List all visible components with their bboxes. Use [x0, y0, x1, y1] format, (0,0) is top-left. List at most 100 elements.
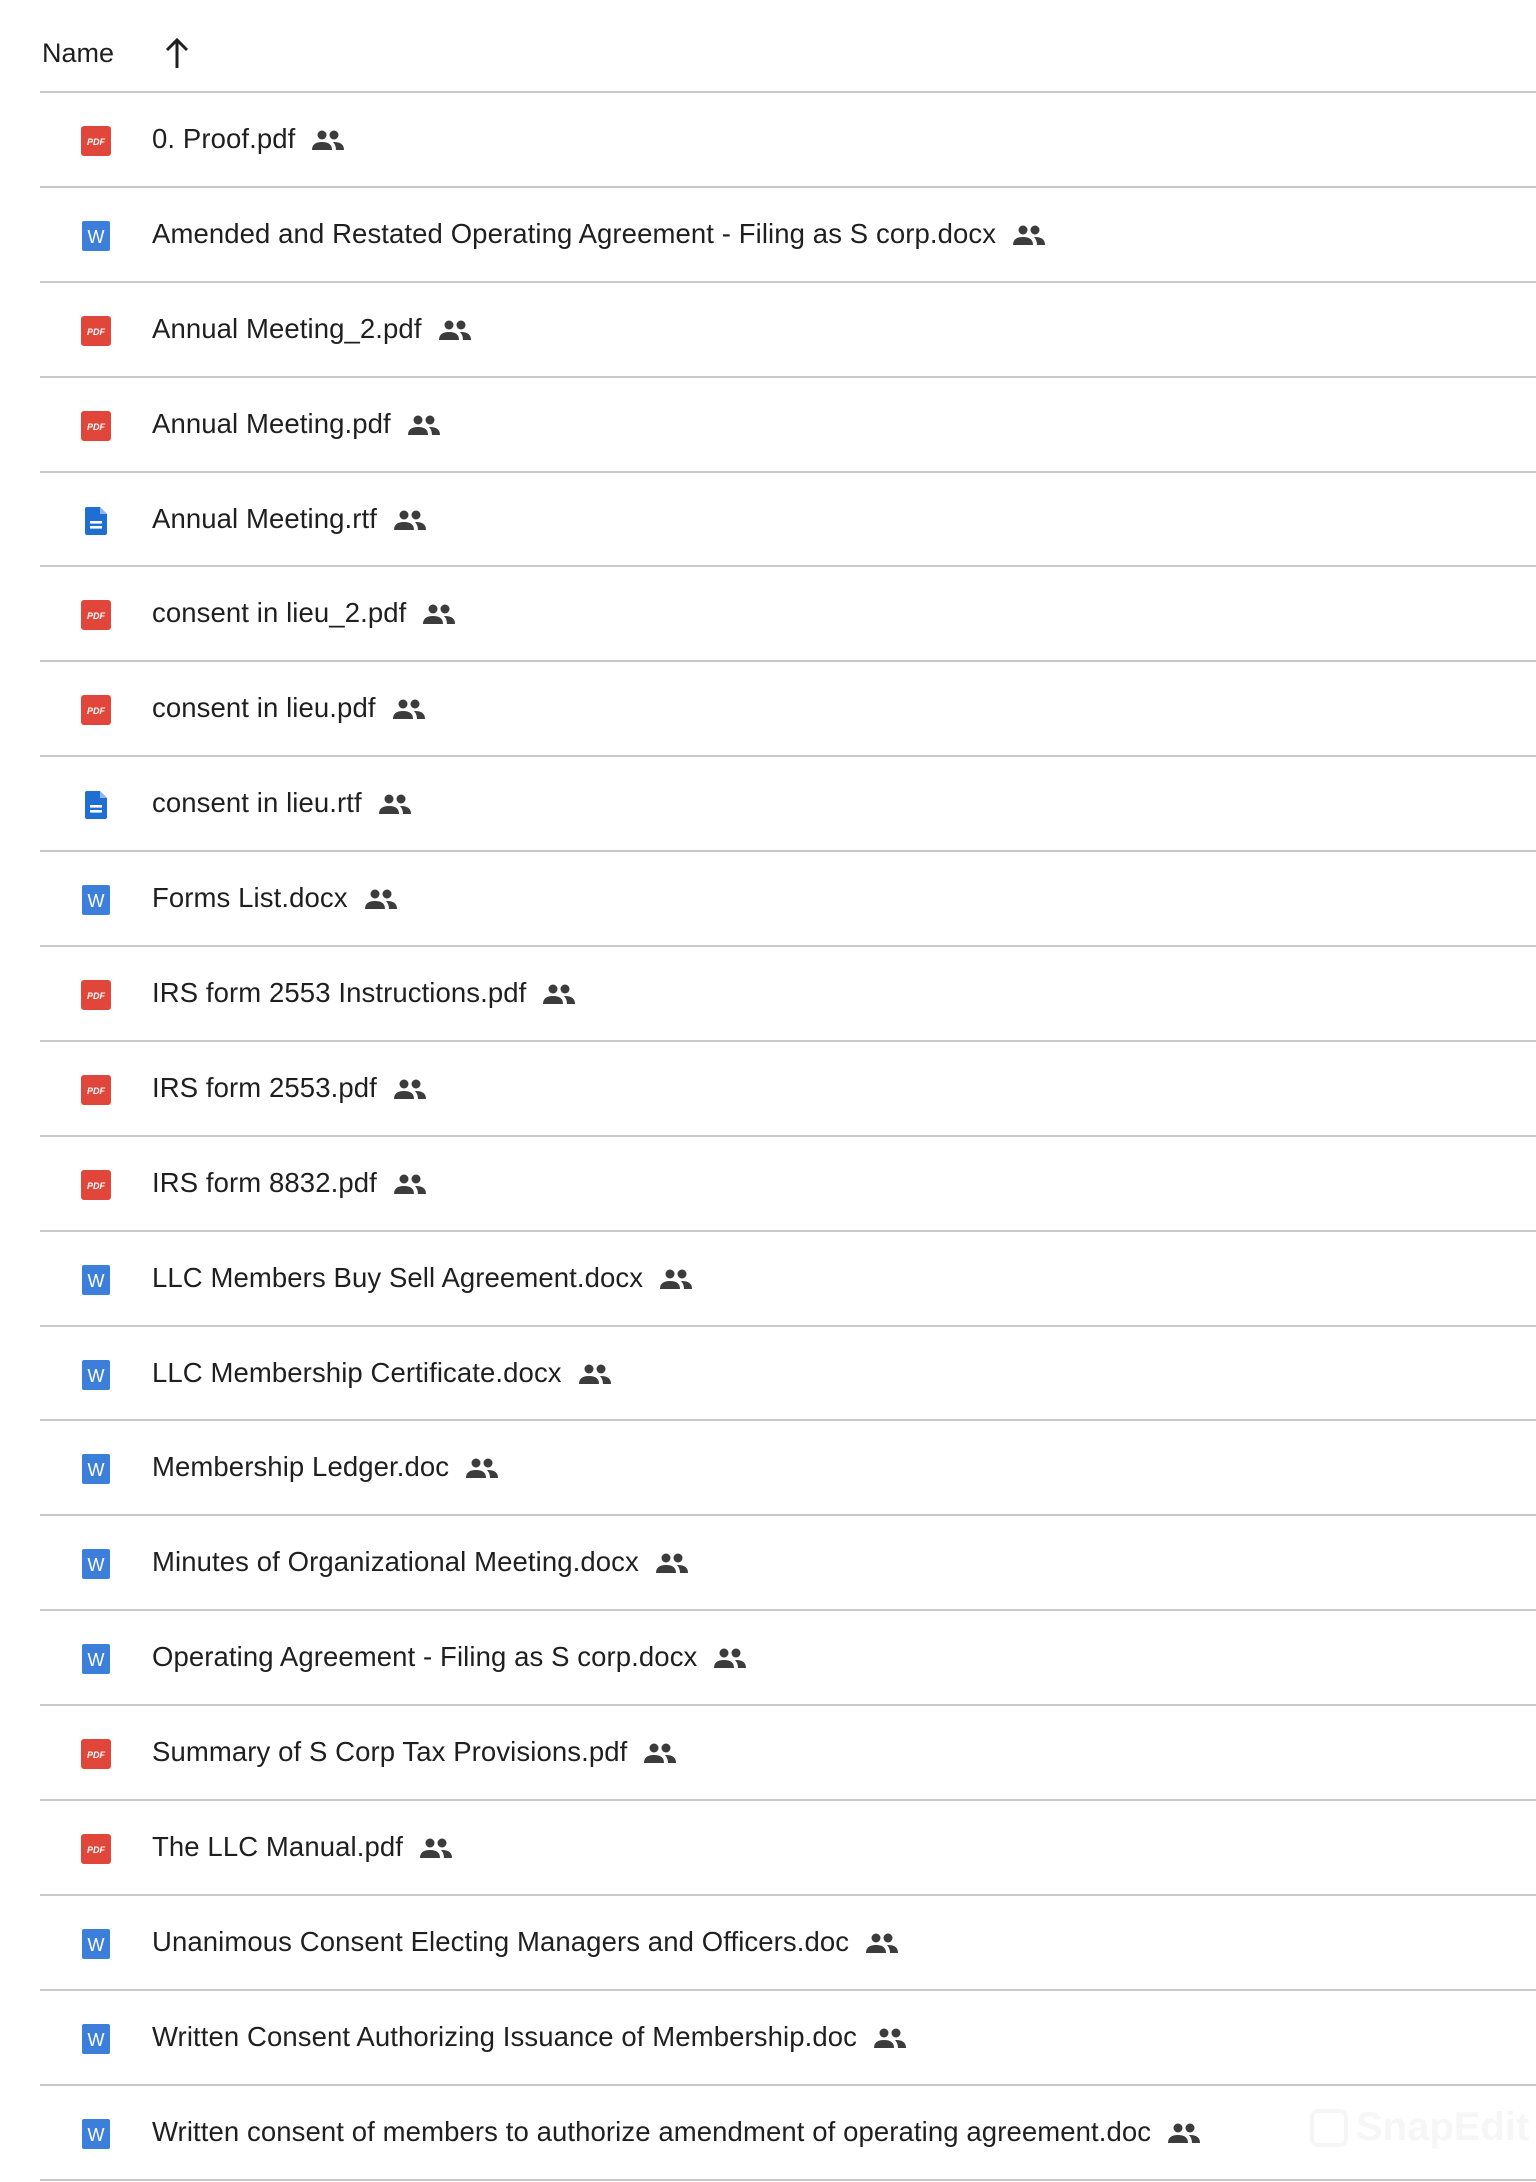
file-name[interactable]: consent in lieu.pdf — [152, 692, 426, 724]
svg-text:PDF: PDF — [87, 1086, 106, 1096]
file-name[interactable]: Membership Ledger.doc — [152, 1451, 499, 1483]
file-row[interactable]: W Operating Agreement - Filing as S corp.… — [40, 1611, 1536, 1707]
shared-people-icon — [713, 1645, 747, 1669]
pdf-file-icon: PDF — [80, 1738, 112, 1770]
file-row[interactable]: W Membership Ledger.doc — [40, 1421, 1536, 1517]
file-name[interactable]: Written Consent Authorizing Issuance of … — [152, 2021, 907, 2053]
svg-text:W: W — [88, 2125, 105, 2145]
svg-text:W: W — [88, 2030, 105, 2050]
file-row[interactable]: W LLC Membership Certificate.docx — [40, 1327, 1536, 1422]
file-name[interactable]: 0. Proof.pdf — [152, 123, 345, 155]
file-row[interactable]: PDF Summary of S Corp Tax Provisions.pdf — [40, 1706, 1536, 1802]
pdf-file-icon: PDF — [80, 315, 112, 347]
file-row[interactable]: PDF consent in lieu.pdf — [40, 662, 1536, 758]
shared-people-icon — [542, 981, 576, 1005]
arrow-up-icon[interactable] — [162, 36, 192, 70]
shared-people-icon — [407, 412, 441, 436]
pdf-file-icon: PDF — [80, 1833, 112, 1865]
shared-people-icon — [655, 1550, 689, 1574]
file-list: PDF 0. Proof.pdf W Amended and Restated Ope… — [40, 93, 1536, 2181]
pdf-file-icon: PDF — [80, 694, 112, 726]
file-row[interactable]: PDF 0. Proof.pdf — [40, 93, 1536, 188]
shared-people-icon — [438, 317, 472, 341]
shared-people-icon — [643, 1740, 677, 1764]
svg-text:W: W — [88, 891, 105, 911]
shared-people-icon — [659, 1266, 693, 1290]
word-file-icon: W — [80, 1928, 112, 1960]
svg-text:W: W — [88, 1935, 105, 1955]
watermark-logo-icon — [1310, 2109, 1348, 2147]
shared-people-icon — [873, 2025, 907, 2049]
pdf-file-icon: PDF — [80, 1074, 112, 1106]
file-name[interactable]: LLC Members Buy Sell Agreement.docx — [152, 1262, 693, 1294]
file-name[interactable]: IRS form 8832.pdf — [152, 1167, 427, 1199]
pdf-file-icon: PDF — [80, 979, 112, 1011]
word-file-icon: W — [80, 884, 112, 916]
file-name[interactable]: Forms List.docx — [152, 882, 398, 914]
file-row[interactable]: Annual Meeting.rtf — [40, 473, 1536, 568]
word-file-icon: W — [80, 1643, 112, 1675]
list-header: Name — [40, 0, 1536, 93]
file-row[interactable]: consent in lieu.rtf — [40, 757, 1536, 853]
file-name[interactable]: Unanimous Consent Electing Managers and … — [152, 1926, 899, 1958]
file-row[interactable]: PDF consent in lieu_2.pdf — [40, 567, 1536, 663]
shared-people-icon — [393, 1171, 427, 1195]
shared-people-icon — [1012, 222, 1046, 246]
svg-text:PDF: PDF — [87, 422, 106, 432]
watermark: SnapEdit — [1310, 2105, 1529, 2150]
file-name[interactable]: Written consent of members to authorize … — [152, 2116, 1201, 2148]
file-name[interactable]: Minutes of Organizational Meeting.docx — [152, 1546, 689, 1578]
file-name[interactable]: consent in lieu.rtf — [152, 787, 412, 819]
file-name[interactable]: Operating Agreement - Filing as S corp.d… — [152, 1641, 747, 1673]
document-file-icon — [80, 505, 112, 537]
shared-people-icon — [865, 1930, 899, 1954]
svg-text:PDF: PDF — [87, 611, 106, 621]
word-file-icon: W — [80, 1359, 112, 1391]
name-column-header[interactable]: Name — [42, 38, 114, 69]
file-name[interactable]: Annual Meeting.pdf — [152, 408, 441, 440]
file-row[interactable]: PDF The LLC Manual.pdf — [40, 1801, 1536, 1896]
file-row[interactable]: PDF Annual Meeting.pdf — [40, 378, 1536, 473]
file-row[interactable]: PDF IRS form 2553 Instructions.pdf — [40, 947, 1536, 1042]
svg-text:PDF: PDF — [87, 991, 106, 1001]
file-name[interactable]: Annual Meeting_2.pdf — [152, 313, 472, 345]
file-name[interactable]: Annual Meeting.rtf — [152, 503, 427, 535]
shared-people-icon — [364, 886, 398, 910]
word-file-icon: W — [80, 1264, 112, 1296]
shared-people-icon — [392, 696, 426, 720]
file-row[interactable]: W Minutes of Organizational Meeting.docx — [40, 1516, 1536, 1612]
file-row[interactable]: PDF IRS form 2553.pdf — [40, 1042, 1536, 1137]
word-file-icon: W — [80, 2118, 112, 2150]
word-file-icon: W — [80, 220, 112, 252]
svg-text:PDF: PDF — [87, 137, 106, 147]
svg-text:W: W — [88, 1555, 105, 1575]
file-row[interactable]: W LLC Members Buy Sell Agreement.docx — [40, 1232, 1536, 1327]
svg-text:PDF: PDF — [87, 1845, 106, 1855]
svg-text:PDF: PDF — [87, 327, 106, 337]
file-name[interactable]: Amended and Restated Operating Agreement… — [152, 218, 1046, 250]
shared-people-icon — [1167, 2120, 1201, 2144]
file-name[interactable]: IRS form 2553 Instructions.pdf — [152, 977, 576, 1009]
file-name[interactable]: IRS form 2553.pdf — [152, 1072, 427, 1104]
file-row[interactable]: PDF Annual Meeting_2.pdf — [40, 283, 1536, 378]
shared-people-icon — [419, 1835, 453, 1859]
shared-people-icon — [378, 791, 412, 815]
file-name[interactable]: consent in lieu_2.pdf — [152, 597, 456, 629]
file-row[interactable]: W Amended and Restated Operating Agreemen… — [40, 188, 1536, 283]
svg-text:W: W — [88, 1650, 105, 1670]
svg-text:PDF: PDF — [87, 1750, 106, 1760]
svg-text:PDF: PDF — [87, 1181, 106, 1191]
file-row[interactable]: PDF IRS form 8832.pdf — [40, 1137, 1536, 1232]
file-name[interactable]: The LLC Manual.pdf — [152, 1831, 453, 1863]
word-file-icon: W — [80, 2023, 112, 2055]
shared-people-icon — [578, 1361, 612, 1385]
file-name[interactable]: Summary of S Corp Tax Provisions.pdf — [152, 1736, 677, 1768]
shared-people-icon — [465, 1455, 499, 1479]
file-name[interactable]: LLC Membership Certificate.docx — [152, 1357, 612, 1389]
file-row[interactable]: W Written Consent Authorizing Issuance of… — [40, 1991, 1536, 2086]
file-row[interactable]: W Forms List.docx — [40, 852, 1536, 948]
word-file-icon: W — [80, 1453, 112, 1485]
file-row[interactable]: W Unanimous Consent Electing Managers and… — [40, 1896, 1536, 1991]
svg-text:W: W — [88, 1460, 105, 1480]
shared-people-icon — [311, 127, 345, 151]
